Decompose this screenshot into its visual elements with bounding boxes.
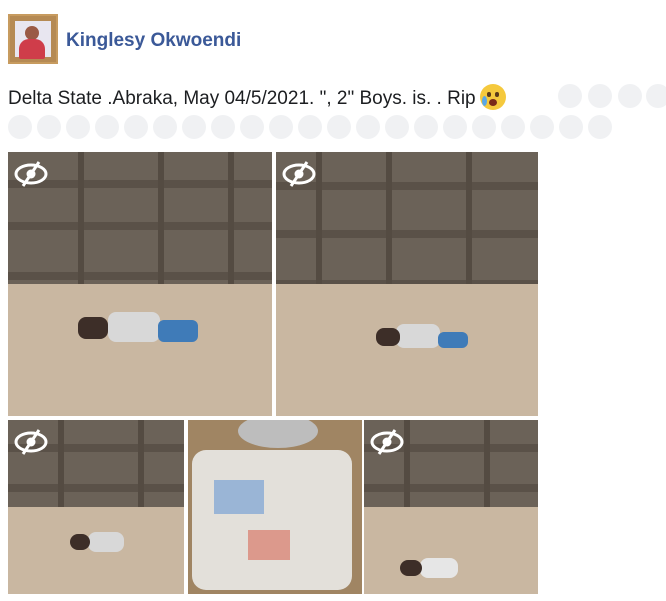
post-text: Delta State .Abraka, May 04/5/2021. ", 2… — [8, 88, 476, 109]
eye-slash-icon[interactable] — [14, 160, 48, 188]
placeholder-emoji-icon — [588, 84, 612, 108]
placeholder-emoji-icon — [8, 115, 32, 139]
photo-post — [466, 152, 472, 298]
eye-slash-icon[interactable] — [370, 428, 404, 456]
placeholder-emoji-icon — [472, 115, 496, 139]
placeholder-emoji-icon — [356, 115, 380, 139]
post-photo-1[interactable] — [8, 152, 272, 416]
placeholder-emoji-row-2 — [8, 115, 618, 139]
placeholder-emoji-icon — [559, 115, 583, 139]
photo-ground — [364, 507, 538, 594]
placeholder-emoji-icon — [124, 115, 148, 139]
placeholder-emoji-icon — [153, 115, 177, 139]
photo-sack-print — [248, 530, 290, 560]
placeholder-emoji-icon — [618, 84, 642, 108]
post-photo-5[interactable] — [364, 420, 538, 594]
photo-sack-print — [214, 480, 264, 514]
author-avatar[interactable] — [8, 14, 58, 64]
placeholder-emoji-icon — [298, 115, 322, 139]
photo-figure-shirt — [158, 320, 198, 342]
eye-slash-icon[interactable] — [14, 428, 48, 456]
photo-figure — [420, 558, 458, 578]
post-header: Kinglesy Okwoendi — [8, 14, 648, 64]
photo-post — [404, 420, 410, 516]
photo-sack — [192, 450, 352, 590]
photo-plank — [8, 484, 184, 492]
photo-post — [58, 420, 64, 516]
photo-figure-head — [78, 317, 108, 339]
author-name[interactable]: Kinglesy Okwoendi — [66, 30, 241, 52]
tear-icon — [481, 96, 487, 106]
placeholder-emoji-icon — [211, 115, 235, 139]
placeholder-emoji-icon — [95, 115, 119, 139]
placeholder-emoji-icon — [646, 84, 666, 108]
avatar-head — [25, 26, 39, 40]
placeholder-emoji-icon — [182, 115, 206, 139]
photo-figure-head — [400, 560, 422, 576]
photo-post — [78, 152, 84, 298]
photo-ground — [8, 284, 272, 416]
placeholder-emoji-icon — [588, 115, 612, 139]
placeholder-emoji-icon — [385, 115, 409, 139]
placeholder-emoji-icon — [558, 84, 582, 108]
photo-figure — [396, 324, 440, 348]
placeholder-emoji-icon — [240, 115, 264, 139]
placeholder-emoji-row-1 — [558, 84, 666, 108]
photo-post — [228, 152, 234, 298]
photo-post — [484, 420, 490, 516]
placeholder-emoji-icon — [269, 115, 293, 139]
mouth-icon — [488, 99, 497, 106]
photo-figure — [108, 312, 160, 342]
photo-figure-shirt — [438, 332, 468, 348]
photo-figure-head — [70, 534, 90, 550]
avatar-body — [19, 39, 45, 59]
placeholder-emoji-icon — [530, 115, 554, 139]
photo-post — [316, 152, 322, 298]
photo-plank — [364, 484, 538, 492]
post-photo-3[interactable] — [8, 420, 184, 594]
photo-tire — [238, 420, 318, 448]
photo-ground — [276, 284, 538, 416]
photo-figure — [88, 532, 124, 552]
photo-post — [158, 152, 164, 298]
placeholder-emoji-icon — [414, 115, 438, 139]
post-photo-4[interactable] — [188, 420, 362, 594]
photo-post — [138, 420, 144, 516]
placeholder-emoji-icon — [66, 115, 90, 139]
placeholder-emoji-icon — [327, 115, 351, 139]
placeholder-emoji-icon — [443, 115, 467, 139]
photo-post — [386, 152, 392, 298]
eye-slash-icon[interactable] — [282, 160, 316, 188]
placeholder-emoji-icon — [37, 115, 61, 139]
post-photo-2[interactable] — [276, 152, 538, 416]
photo-figure-head — [376, 328, 400, 346]
placeholder-emoji-icon — [501, 115, 525, 139]
post-text-line: Delta State .Abraka, May 04/5/2021. ", 2… — [8, 84, 506, 111]
crying-face-icon — [479, 84, 506, 110]
